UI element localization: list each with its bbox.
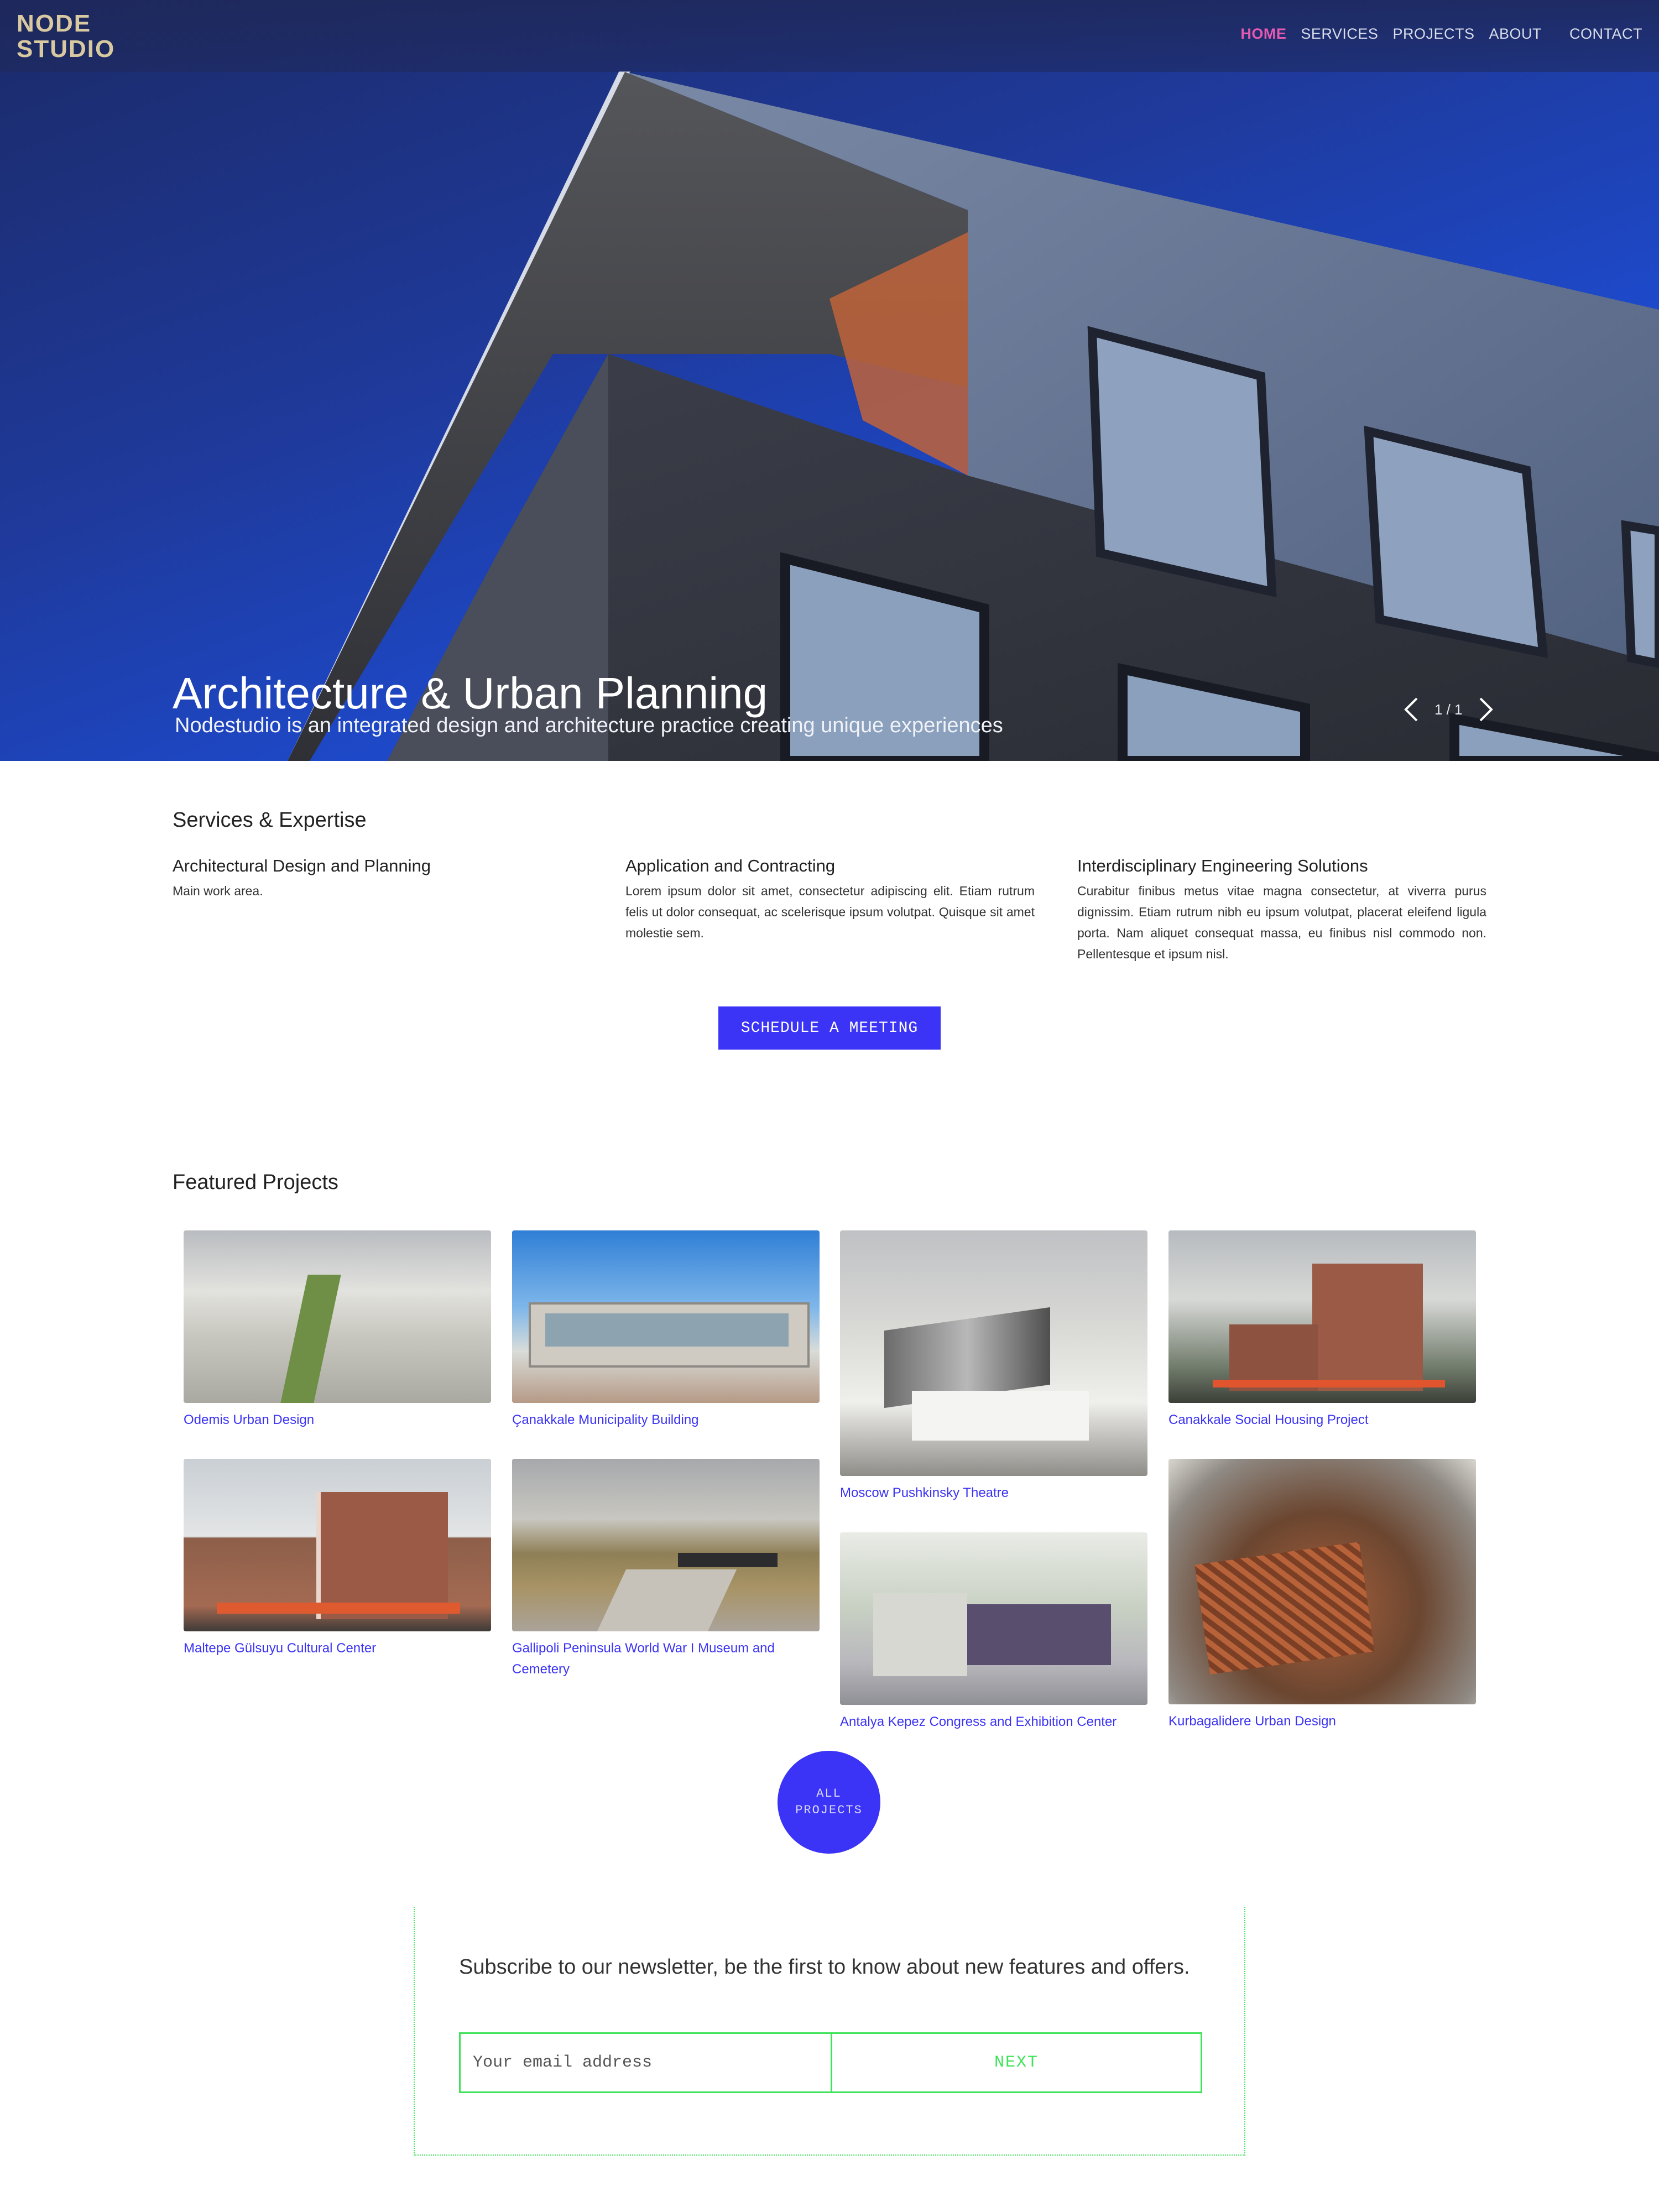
nav-about[interactable]: ABOUT bbox=[1489, 25, 1542, 43]
project-thumbnail[interactable] bbox=[1168, 1230, 1476, 1403]
project-thumbnail[interactable] bbox=[1168, 1459, 1476, 1704]
project-thumbnail[interactable] bbox=[184, 1459, 491, 1631]
project-title-link[interactable]: Gallipoli Peninsula World War I Museum a… bbox=[512, 1638, 820, 1680]
all-projects-button[interactable]: ALL PROJECTS bbox=[778, 1751, 880, 1854]
hero-subtitle: Nodestudio is an integrated design and a… bbox=[175, 714, 1003, 737]
project-thumbnail[interactable] bbox=[512, 1459, 820, 1631]
service-body: Main work area. bbox=[173, 884, 263, 898]
site-logo[interactable]: NODE STUDIO bbox=[17, 11, 115, 62]
services-section-title: Services & Expertise bbox=[173, 808, 367, 832]
project-card[interactable]: Maltepe Gülsuyu Cultural Center bbox=[184, 1459, 491, 1659]
all-projects-label: ALL PROJECTS bbox=[795, 1786, 863, 1819]
next-button[interactable]: NEXT bbox=[832, 2034, 1201, 2091]
chevron-right-icon[interactable] bbox=[1475, 696, 1497, 723]
hero-title: Architecture & Urban Planning bbox=[173, 669, 768, 718]
all-projects-label-line-1: ALL bbox=[816, 1787, 842, 1801]
service-body: Curabitur finibus metus vitae magna cons… bbox=[1077, 884, 1486, 961]
service-heading: Interdisciplinary Engineering Solutions bbox=[1077, 856, 1368, 875]
hero-building-image bbox=[288, 71, 1659, 761]
project-card[interactable]: Kurbagalidere Urban Design bbox=[1168, 1459, 1476, 1732]
project-thumbnail[interactable] bbox=[184, 1230, 491, 1403]
email-field[interactable] bbox=[461, 2034, 832, 2091]
project-title-link[interactable]: Maltepe Gülsuyu Cultural Center bbox=[184, 1638, 491, 1659]
service-item: Application and Contracting Lorem ipsum … bbox=[625, 856, 1035, 943]
nav-services[interactable]: SERVICES bbox=[1301, 25, 1378, 43]
nav-contact[interactable]: CONTACT bbox=[1569, 25, 1642, 43]
hero-banner: NODE STUDIO HOME SERVICES PROJECTS ABOUT… bbox=[0, 0, 1659, 761]
nav-projects[interactable]: PROJECTS bbox=[1392, 25, 1474, 43]
main-nav: HOME SERVICES PROJECTS ABOUT CONTACT bbox=[1240, 25, 1642, 43]
project-thumbnail[interactable] bbox=[840, 1230, 1147, 1476]
project-card[interactable]: Antalya Kepez Congress and Exhibition Ce… bbox=[840, 1532, 1147, 1733]
newsletter-form: NEXT bbox=[459, 2032, 1202, 2093]
project-card[interactable]: Canakkale Social Housing Project bbox=[1168, 1230, 1476, 1431]
project-card[interactable]: Çanakkale Municipality Building bbox=[512, 1230, 820, 1431]
newsletter-text: Subscribe to our newsletter, be the firs… bbox=[459, 1955, 1190, 1979]
newsletter-box: Subscribe to our newsletter, be the firs… bbox=[414, 1907, 1245, 2156]
project-thumbnail[interactable] bbox=[840, 1532, 1147, 1705]
project-card[interactable]: Gallipoli Peninsula World War I Museum a… bbox=[512, 1459, 820, 1680]
logo-line-2: STUDIO bbox=[17, 35, 116, 62]
slider-controls: 1 / 1 bbox=[1400, 696, 1497, 723]
project-title-link[interactable]: Kurbagalidere Urban Design bbox=[1168, 1711, 1476, 1732]
schedule-meeting-button[interactable]: SCHEDULE A MEETING bbox=[718, 1006, 941, 1050]
service-heading: Architectural Design and Planning bbox=[173, 856, 431, 875]
all-projects-label-line-2: PROJECTS bbox=[795, 1803, 863, 1817]
project-thumbnail[interactable] bbox=[512, 1230, 820, 1403]
slide-counter: 1 / 1 bbox=[1434, 701, 1463, 718]
projects-section-title: Featured Projects bbox=[173, 1171, 338, 1194]
project-card[interactable]: Odemis Urban Design bbox=[184, 1230, 491, 1431]
project-title-link[interactable]: Antalya Kepez Congress and Exhibition Ce… bbox=[840, 1712, 1147, 1733]
project-title-link[interactable]: Çanakkale Municipality Building bbox=[512, 1410, 820, 1431]
project-title-link[interactable]: Canakkale Social Housing Project bbox=[1168, 1410, 1476, 1431]
service-item: Architectural Design and Planning Main w… bbox=[173, 856, 582, 901]
nav-home[interactable]: HOME bbox=[1240, 25, 1286, 43]
project-title-link[interactable]: Odemis Urban Design bbox=[184, 1410, 491, 1431]
chevron-left-icon[interactable] bbox=[1400, 696, 1422, 723]
project-card[interactable]: Moscow Pushkinsky Theatre bbox=[840, 1230, 1147, 1504]
logo-line-1: NODE bbox=[17, 10, 92, 37]
service-item: Interdisciplinary Engineering Solutions … bbox=[1077, 856, 1486, 964]
service-body: Lorem ipsum dolor sit amet, consectetur … bbox=[625, 884, 1035, 940]
service-heading: Application and Contracting bbox=[625, 856, 836, 875]
project-title-link[interactable]: Moscow Pushkinsky Theatre bbox=[840, 1483, 1147, 1504]
